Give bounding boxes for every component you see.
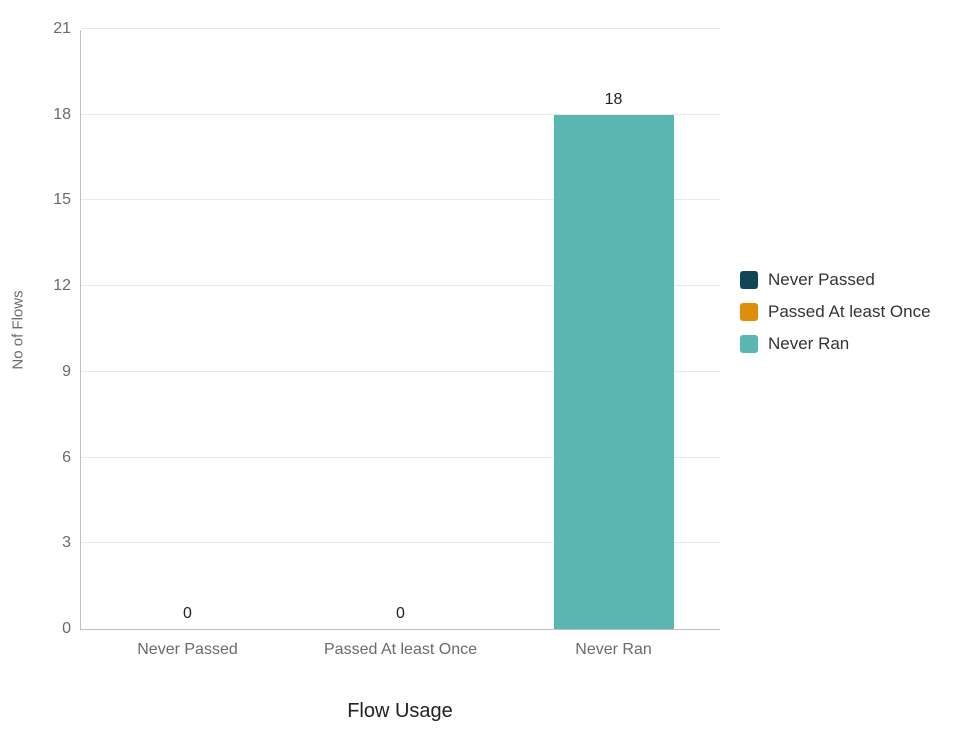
bar-slot: 0 Never Passed [81,30,294,629]
x-tick-label: Passed At least Once [324,641,477,659]
legend-item: Never Passed [740,270,931,290]
plot-area: 0 3 6 9 12 15 18 21 0 Never Passed 0 Pas… [80,30,720,630]
y-axis-label: No of Flows [10,290,27,369]
y-tick-label: 3 [62,534,71,552]
x-axis-label: Flow Usage [347,700,453,723]
legend-label: Passed At least Once [768,302,931,322]
legend-swatch [740,271,758,289]
bar-value-label: 0 [396,605,405,623]
bars-container: 0 Never Passed 0 Passed At least Once 18… [81,30,720,629]
legend-label: Never Ran [768,334,849,354]
legend-item: Never Ran [740,334,931,354]
gridline: 21 [81,28,720,29]
bar-slot: 0 Passed At least Once [294,30,507,629]
legend-label: Never Passed [768,270,875,290]
y-tick-label: 9 [62,363,71,381]
legend-swatch [740,335,758,353]
legend-item: Passed At least Once [740,302,931,322]
y-tick-label: 12 [53,277,71,295]
bar-slot: 18 Never Ran [507,30,720,629]
y-tick-label: 21 [53,20,71,38]
x-tick-label: Never Passed [137,641,238,659]
bar-value-label: 18 [605,91,623,109]
x-tick-label: Never Ran [575,641,651,659]
y-tick-label: 15 [53,191,71,209]
y-tick-label: 6 [62,449,71,467]
bar-value-label: 0 [183,605,192,623]
y-tick-label: 18 [53,106,71,124]
bar-never-ran: 18 [554,115,674,629]
y-tick-label: 0 [62,620,71,638]
flow-usage-chart: No of Flows 0 3 6 9 12 15 18 21 0 Never … [0,0,966,752]
legend-swatch [740,303,758,321]
legend: Never Passed Passed At least Once Never … [740,270,931,366]
